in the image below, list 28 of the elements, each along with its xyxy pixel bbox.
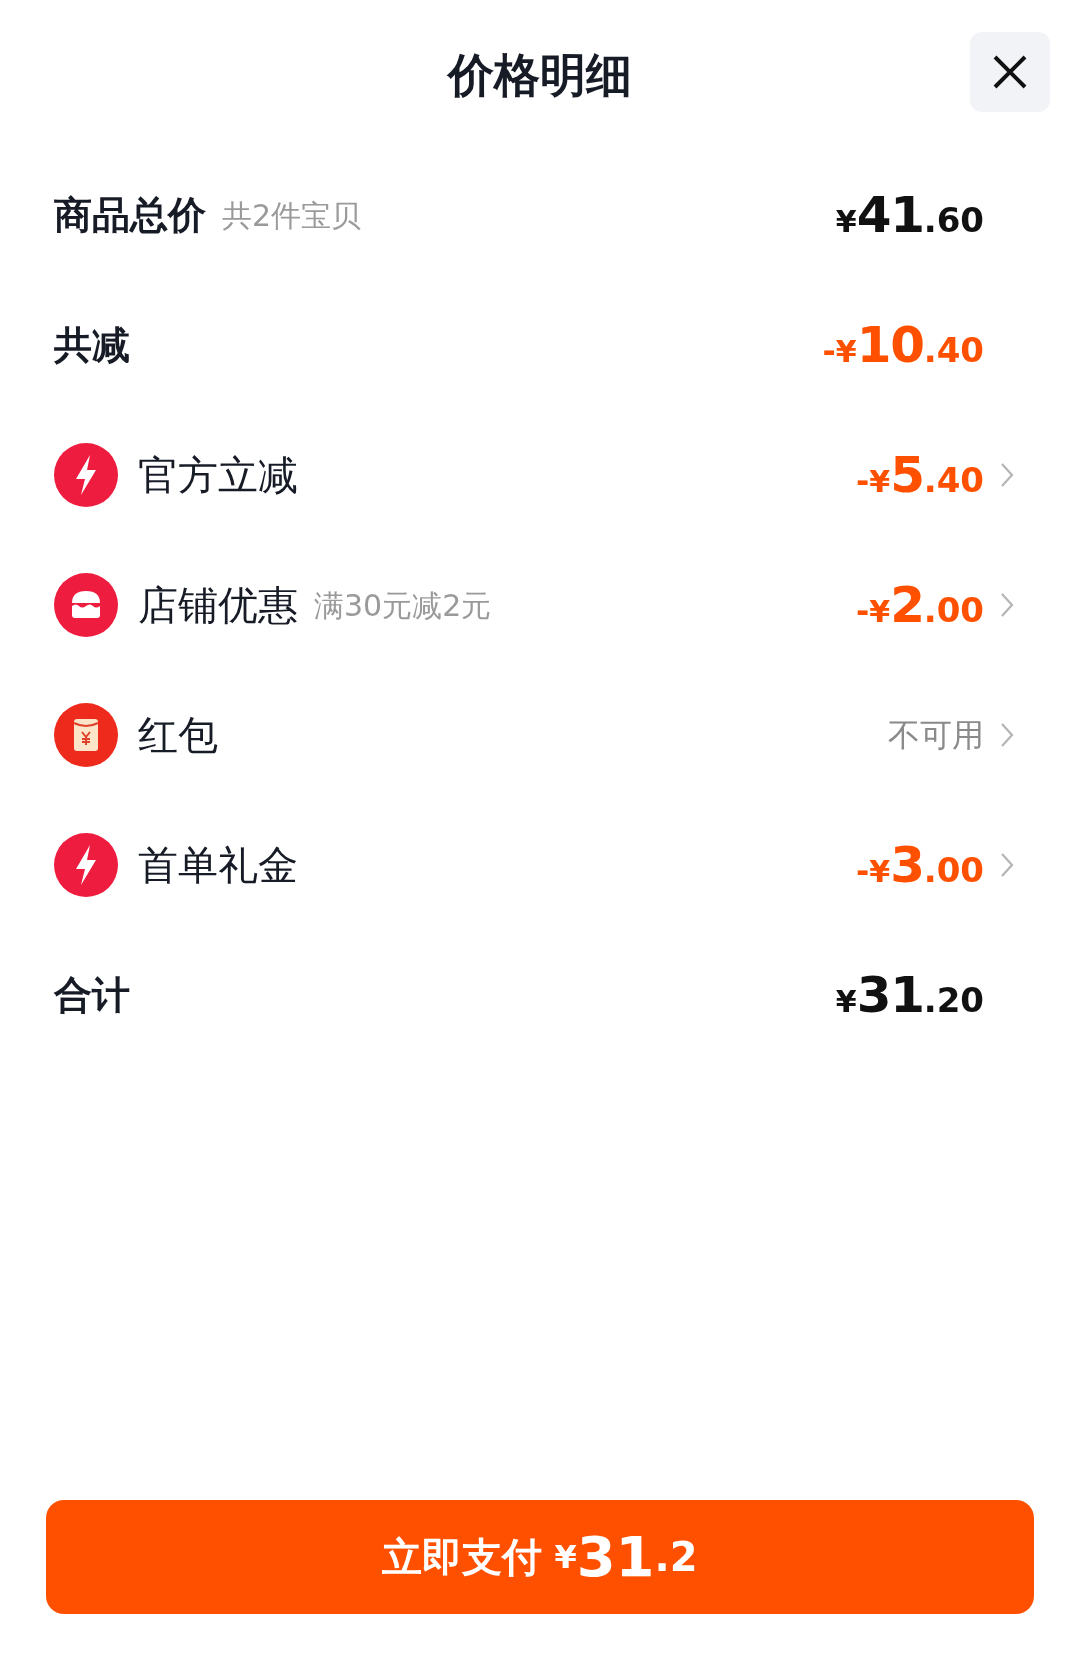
close-icon [992,54,1028,90]
chevron-right-icon [1000,462,1014,488]
row-note: 满30元减2元 [314,586,492,625]
price: -¥10.40 [822,320,984,370]
row-label: 合计 [54,971,130,1019]
row-label: 店铺优惠 [138,581,298,630]
price: -¥2.00 [856,580,984,630]
row-label: 官方立减 [138,451,298,500]
status-text: 不可用 [888,715,984,756]
row-label: 红包 [138,711,218,760]
lightning-icon [54,443,118,507]
close-button[interactable] [970,32,1050,112]
row-label: 首单礼金 [138,841,298,890]
price: -¥5.40 [856,450,984,500]
shop-icon [54,573,118,637]
row-label: 商品总价 [54,191,206,239]
price: -¥3.00 [856,840,984,890]
panel-title: 价格明细 [448,46,632,104]
price: ¥31.20 [835,970,984,1020]
gift-envelope-icon [54,703,118,767]
row-label: 共减 [54,321,130,369]
row-note: 共2件宝贝 [222,196,362,235]
price: ¥41.60 [835,190,984,240]
chevron-right-icon [1000,592,1014,618]
lightning-icon [54,833,118,897]
pay-button[interactable]: 立即支付 ¥31.2 [46,1500,1034,1614]
chevron-right-icon [1000,852,1014,878]
chevron-right-icon [1000,722,1014,748]
